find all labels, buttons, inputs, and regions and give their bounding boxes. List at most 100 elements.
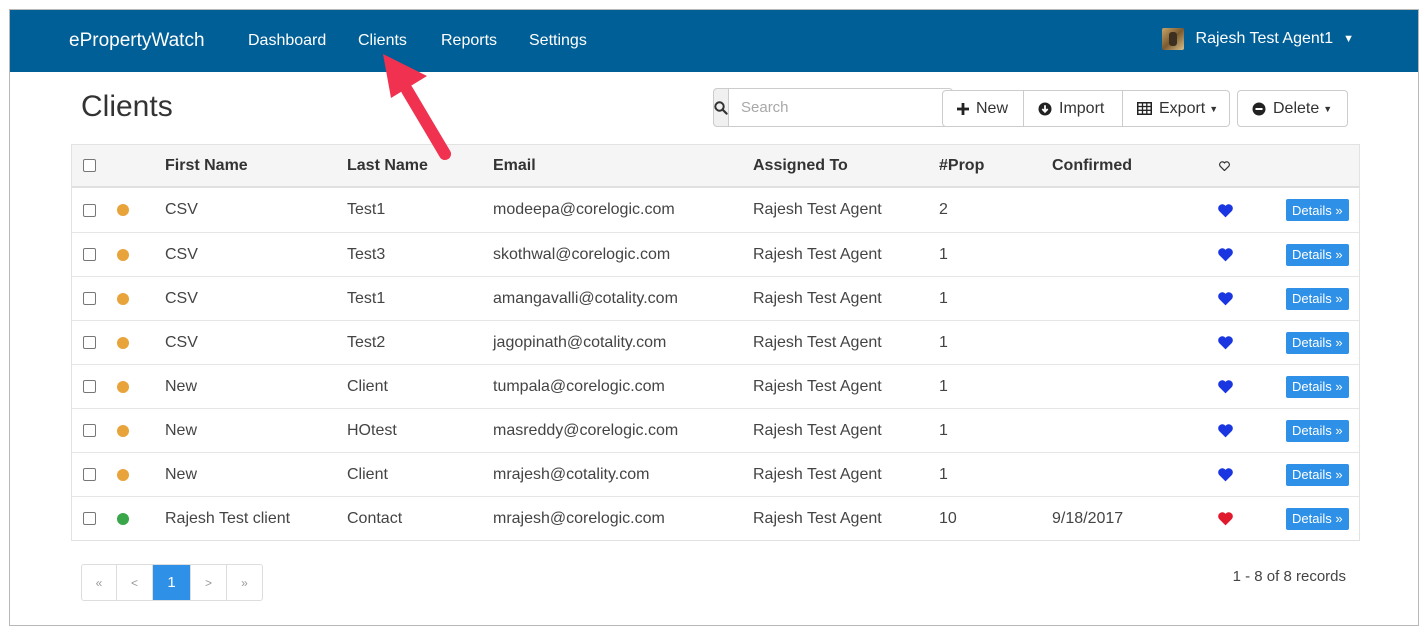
details-button[interactable]: Details » — [1286, 287, 1349, 310]
caret-down-icon: ▼ — [1323, 103, 1333, 114]
page-title: Clients — [81, 90, 173, 123]
nav-dashboard[interactable]: Dashboard — [248, 32, 326, 50]
cell-assigned-to: Rajesh Test Agent — [753, 289, 882, 307]
table-row[interactable]: CSV Test3 skothwal@corelogic.com Rajesh Tes… — [72, 232, 1359, 276]
row-checkbox[interactable] — [83, 336, 96, 349]
details-button[interactable]: Details » — [1286, 331, 1349, 354]
cell-first-name: CSV — [165, 289, 198, 307]
heart-icon[interactable] — [1217, 409, 1234, 452]
cell-first-name: CSV — [165, 245, 198, 263]
nav-settings[interactable]: Settings — [529, 32, 587, 50]
header-assigned-to[interactable]: Assigned To — [753, 145, 848, 186]
caret-down-icon: ▼ — [1343, 33, 1354, 45]
first-page-button[interactable]: « — [82, 565, 116, 600]
cell-assigned-to: Rajesh Test Agent — [753, 509, 882, 527]
details-button[interactable]: Details » — [1286, 507, 1349, 530]
cell-email: mrajesh@cotality.com — [493, 465, 650, 483]
avatar — [1161, 28, 1184, 50]
cell-email: amangavalli@cotality.com — [493, 289, 678, 307]
cell-email: tumpala@corelogic.com — [493, 377, 665, 395]
table-row[interactable]: CSV Test1 modeepa@corelogic.com Rajesh Test… — [72, 188, 1359, 232]
action-button-group: New Import Export ▼ — [942, 90, 1230, 127]
app-window: ePropertyWatch Dashboard Clients Reports… — [9, 9, 1419, 626]
details-button[interactable]: Details » — [1286, 199, 1349, 221]
prev-page-button[interactable]: < — [116, 565, 152, 600]
cell-last-name: Test1 — [347, 289, 386, 307]
row-checkbox[interactable] — [83, 292, 96, 305]
status-dot — [117, 204, 129, 216]
status-dot — [117, 424, 129, 437]
search-input[interactable] — [729, 88, 953, 127]
table-row[interactable]: New Client tumpala@corelogic.com Rajesh Tes… — [72, 364, 1359, 408]
last-page-button[interactable]: » — [226, 565, 262, 600]
cell-assigned-to: Rajesh Test Agent — [753, 377, 882, 395]
heart-icon[interactable] — [1217, 497, 1234, 540]
table-row[interactable]: CSV Test2 jagopinath@cotality.com Rajesh Te… — [72, 320, 1359, 364]
next-page-button[interactable]: > — [190, 565, 226, 600]
cell-first-name: CSV — [165, 201, 198, 218]
cell-first-name: New — [165, 377, 198, 395]
heart-outline-icon[interactable] — [1219, 145, 1230, 186]
delete-dropdown-button[interactable]: Delete ▼ — [1237, 90, 1348, 127]
heart-icon[interactable] — [1217, 188, 1234, 232]
heart-icon[interactable] — [1217, 453, 1234, 496]
header-confirmed[interactable]: Confirmed — [1052, 145, 1132, 186]
nav-clients[interactable]: Clients — [358, 32, 407, 50]
table-grid-icon — [1137, 102, 1152, 115]
export-dropdown-button[interactable]: Export ▼ — [1123, 90, 1230, 127]
details-button[interactable]: Details » — [1286, 419, 1349, 442]
table-row[interactable]: CSV Test1 amangavalli@cotality.com Rajesh T… — [72, 276, 1359, 320]
cell-last-name: Client — [347, 377, 388, 395]
cell-first-name: CSV — [165, 333, 198, 351]
cell-assigned-to: Rajesh Test Agent — [753, 465, 882, 483]
heart-icon[interactable] — [1217, 277, 1234, 320]
page-1-button[interactable]: 1 — [152, 565, 190, 600]
status-dot — [117, 248, 129, 261]
brand-logo[interactable]: ePropertyWatch — [69, 30, 205, 52]
table-row[interactable]: New Client mrajesh@cotality.com Rajesh Test… — [72, 452, 1359, 496]
plus-icon — [957, 102, 969, 115]
cell-prop-count: 2 — [939, 201, 948, 218]
header-email[interactable]: Email — [493, 145, 536, 186]
row-checkbox[interactable] — [83, 248, 96, 261]
heart-icon[interactable] — [1217, 233, 1234, 276]
import-button[interactable]: Import — [1024, 90, 1123, 127]
status-dot — [117, 336, 129, 349]
table-row[interactable]: New HOtest masreddy@corelogic.com Rajesh Te… — [72, 408, 1359, 452]
select-all-checkbox[interactable] — [83, 159, 96, 172]
nav-reports[interactable]: Reports — [441, 32, 497, 50]
cell-prop-count: 1 — [939, 377, 948, 395]
export-button-label: Export — [1159, 99, 1206, 117]
cell-email: jagopinath@cotality.com — [493, 333, 667, 351]
cell-last-name: Test1 — [347, 201, 386, 218]
table-row[interactable]: Rajesh Test client Contact mrajesh@corelog… — [72, 496, 1359, 540]
cell-assigned-to: Rajesh Test Agent — [753, 333, 882, 351]
cell-prop-count: 1 — [939, 289, 948, 307]
details-button[interactable]: Details » — [1286, 243, 1349, 266]
header-prop[interactable]: #Prop — [939, 145, 984, 186]
annotation-arrow-icon — [383, 54, 451, 160]
details-button[interactable]: Details » — [1286, 463, 1349, 486]
status-dot — [117, 468, 129, 481]
row-checkbox[interactable] — [83, 468, 96, 481]
row-checkbox[interactable] — [83, 424, 96, 437]
records-count: 1 - 8 of 8 records — [1232, 568, 1346, 585]
cell-assigned-to: Rajesh Test Agent — [753, 421, 882, 439]
row-checkbox[interactable] — [83, 512, 96, 525]
search-icon[interactable] — [713, 88, 729, 127]
heart-icon[interactable] — [1217, 321, 1234, 364]
details-button[interactable]: Details » — [1286, 375, 1349, 398]
new-button[interactable]: New — [942, 90, 1024, 127]
header-first-name[interactable]: First Name — [165, 145, 248, 186]
row-checkbox[interactable] — [83, 380, 96, 393]
table-body: CSV Test1 modeepa@corelogic.com Rajesh Test… — [72, 188, 1359, 540]
status-dot — [117, 512, 129, 525]
heart-icon[interactable] — [1217, 365, 1234, 408]
user-name: Rajesh Test Agent1 — [1195, 30, 1334, 47]
cell-prop-count: 1 — [939, 333, 948, 351]
row-checkbox[interactable] — [83, 203, 96, 217]
cell-first-name: New — [165, 421, 198, 439]
caret-down-icon: ▼ — [1209, 103, 1219, 114]
user-menu[interactable]: Rajesh Test Agent1 ▼ — [1161, 28, 1354, 50]
cell-last-name: Test3 — [347, 245, 386, 263]
